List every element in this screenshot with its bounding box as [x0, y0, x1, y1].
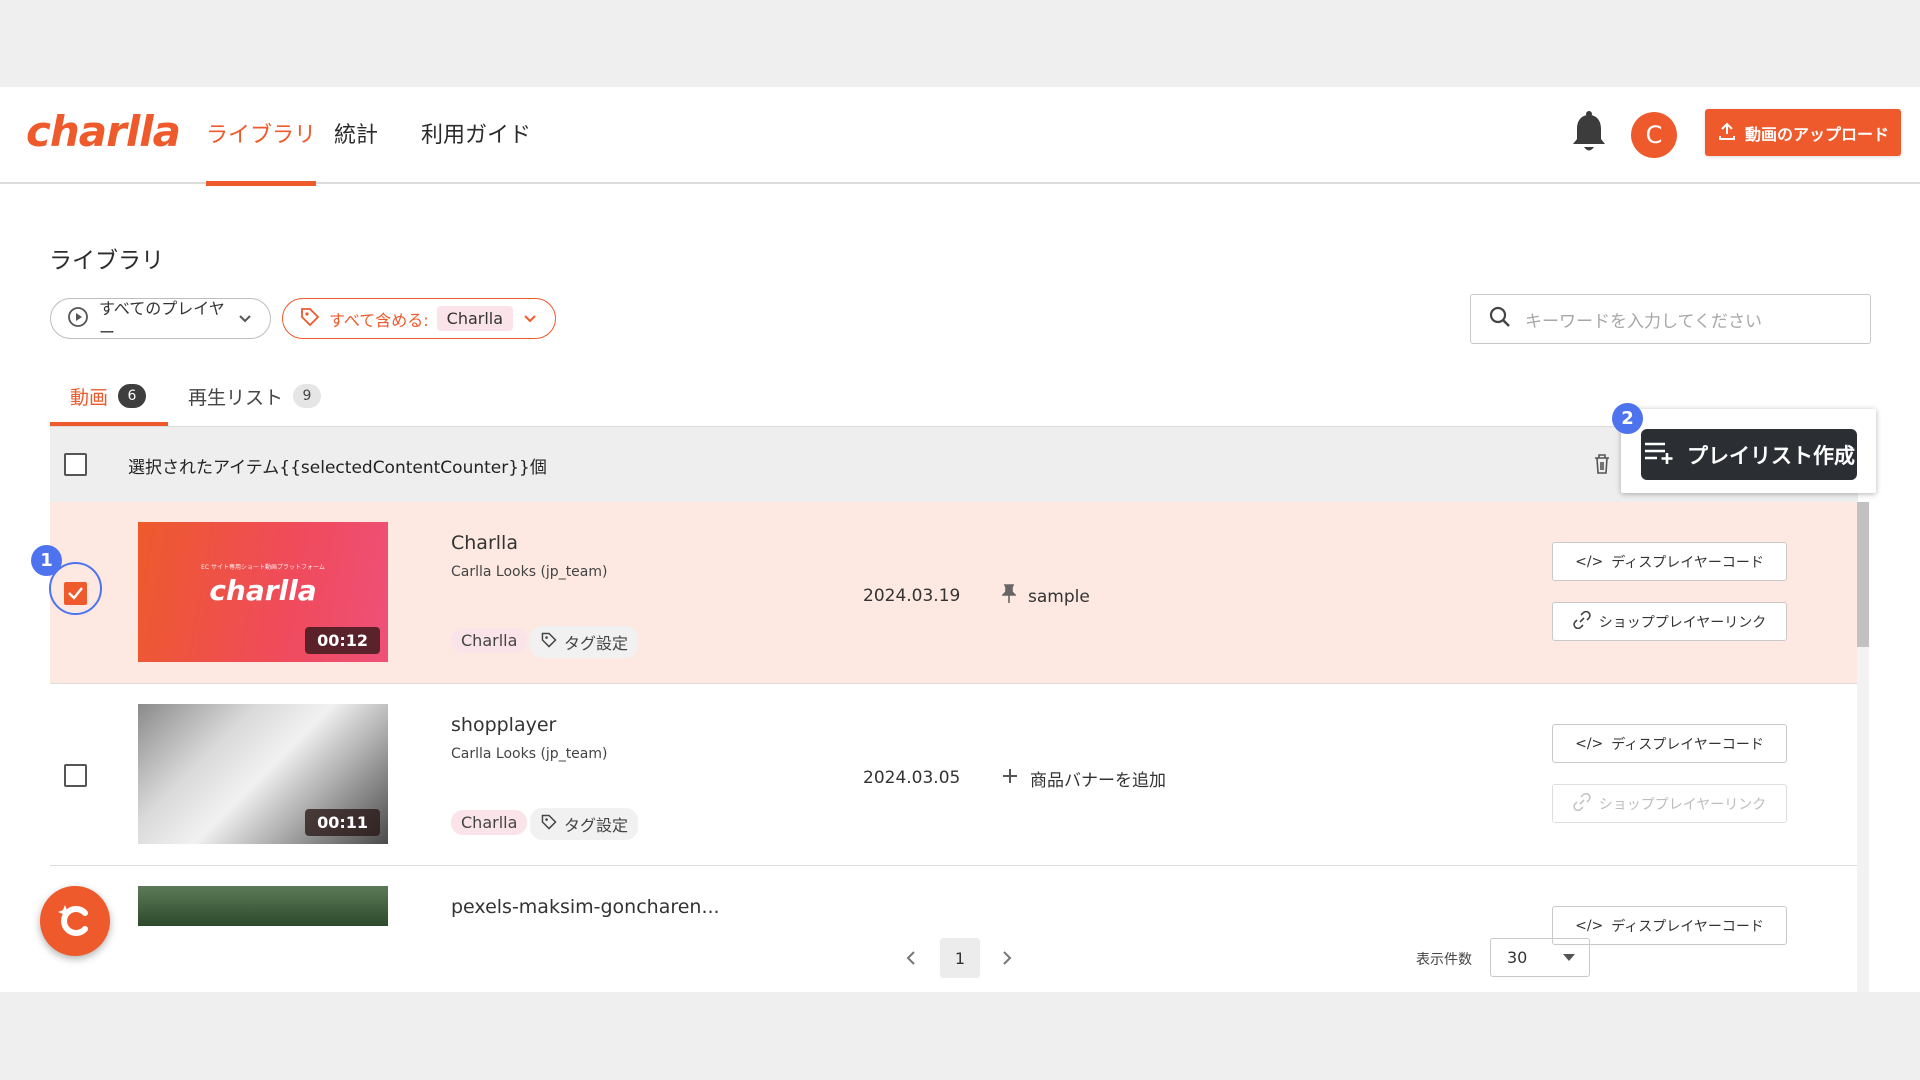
page-title: ライブラリ: [49, 248, 164, 274]
video-thumbnail[interactable]: EC サイト専用ショート動画プラットフォーム charlla 00:12: [138, 522, 388, 662]
display-player-code-button[interactable]: </> ディスプレイヤーコード: [1552, 542, 1787, 581]
tab-videos[interactable]: 動画 6: [50, 383, 168, 426]
shop-player-link-label: ショッププレイヤーリンク: [1598, 796, 1767, 813]
video-date: 2024.03.19: [863, 586, 961, 606]
display-player-code-label: ディスプレイヤーコード: [1611, 918, 1764, 935]
nav-statistics[interactable]: 統計: [334, 117, 378, 184]
video-thumbnail[interactable]: [138, 886, 388, 926]
search-icon: [1489, 306, 1511, 333]
app-window: charlla ライブラリ 統計 利用ガイド C 動画のアップロード ライブラリ…: [0, 87, 1920, 992]
search-input[interactable]: キーワードを入力してください: [1470, 294, 1871, 344]
trash-icon[interactable]: [1592, 453, 1612, 479]
step-highlight-ring: [49, 562, 102, 615]
create-playlist-label: プレイリスト作成: [1687, 443, 1855, 468]
shop-player-link-button[interactable]: ショッププレイヤーリンク: [1552, 784, 1787, 823]
thumbnail-logo: charlla: [209, 574, 317, 607]
video-title[interactable]: shopplayer: [451, 714, 556, 736]
tag-setting-button[interactable]: タグ設定: [530, 626, 639, 658]
player-filter-label: すべてのプレイヤー: [99, 298, 225, 342]
video-owner: Carlla Looks (jp_team): [451, 564, 608, 580]
chevron-down-icon: [238, 309, 252, 328]
selection-count-text: 選択されたアイテム{{selectedContentCounter}}個: [128, 458, 547, 478]
tag-icon: [540, 813, 558, 835]
display-player-code-label: ディスプレイヤーコード: [1611, 736, 1764, 753]
tag-filter-prefix: すべて含める:: [329, 310, 429, 330]
tag-setting-label: タグ設定: [564, 816, 629, 835]
tag-icon: [540, 631, 558, 653]
row-checkbox[interactable]: [64, 764, 87, 787]
display-player-code-button[interactable]: </> ディスプレイヤーコード: [1552, 724, 1787, 763]
video-list: EC サイト専用ショート動画プラットフォーム charlla 00:12 Cha…: [50, 502, 1858, 992]
per-page-label: 表示件数: [1416, 952, 1472, 968]
tab-videos-label: 動画: [70, 387, 109, 409]
duration-badge: 00:11: [305, 809, 380, 836]
display-player-code-label: ディスプレイヤーコード: [1611, 554, 1764, 571]
selection-toolbar: 選択されたアイテム{{selectedContentCounter}}個: [50, 426, 1858, 502]
video-date: 2024.03.05: [863, 768, 961, 788]
pinned-banner-label: sample: [1028, 586, 1090, 607]
duration-badge: 00:12: [305, 627, 380, 654]
play-circle-icon: [67, 306, 89, 332]
video-title[interactable]: pexels-maksim-goncharen...: [451, 896, 720, 918]
page-number[interactable]: 1: [940, 938, 980, 978]
chevron-down-icon: [523, 309, 537, 328]
top-header: charlla ライブラリ 統計 利用ガイド C 動画のアップロード: [0, 87, 1920, 186]
player-filter[interactable]: すべてのプレイヤー: [50, 298, 271, 342]
shop-player-link-button[interactable]: ショッププレイヤーリンク: [1552, 602, 1787, 641]
code-icon: </>: [1575, 735, 1604, 752]
charlla-assistant-icon[interactable]: [40, 886, 110, 956]
user-avatar[interactable]: C: [1631, 112, 1677, 158]
upload-icon: [1717, 121, 1737, 145]
tab-videos-count: 6: [118, 384, 147, 408]
code-icon: </>: [1575, 917, 1604, 934]
thumbnail-caption: EC サイト専用ショート動画プラットフォーム: [201, 564, 325, 571]
video-thumbnail[interactable]: 00:11: [138, 704, 388, 844]
dropdown-arrow-icon: [1563, 954, 1575, 961]
tag-chip: Charlla: [451, 810, 528, 835]
next-page-icon[interactable]: [1001, 938, 1013, 982]
prev-page-icon[interactable]: [905, 938, 917, 982]
tab-playlists-label: 再生リスト: [188, 387, 284, 409]
search-placeholder: キーワードを入力してください: [1525, 311, 1762, 332]
playlist-add-icon: [1643, 439, 1675, 470]
add-product-banner-label: 商品バナーを追加: [1030, 771, 1166, 791]
tag-chip: Charlla: [451, 628, 528, 653]
upload-label: 動画のアップロード: [1744, 124, 1889, 144]
table-row[interactable]: EC サイト専用ショート動画プラットフォーム charlla 00:12 Cha…: [50, 502, 1858, 684]
plus-icon: [1002, 768, 1018, 789]
tab-playlists-count: 9: [293, 384, 322, 408]
scrollbar-thumb[interactable]: [1857, 502, 1869, 647]
charlla-logo[interactable]: charlla: [26, 107, 181, 156]
table-row[interactable]: 00:11 shopplayer Carlla Looks (jp_team) …: [50, 684, 1858, 866]
per-page-select[interactable]: 30: [1490, 938, 1590, 977]
bell-icon[interactable]: [1570, 111, 1608, 155]
tag-setting-button[interactable]: タグ設定: [530, 808, 639, 840]
shop-player-link-label: ショッププレイヤーリンク: [1598, 614, 1767, 631]
add-product-banner-button[interactable]: 商品バナーを追加: [1002, 766, 1166, 791]
tag-icon: [299, 306, 321, 332]
playlist-popover: プレイリスト作成: [1621, 409, 1876, 493]
pinned-banner[interactable]: sample: [1001, 584, 1090, 609]
select-all-checkbox[interactable]: [64, 453, 87, 476]
create-playlist-button[interactable]: プレイリスト作成: [1641, 429, 1857, 480]
tag-setting-label: タグ設定: [564, 634, 629, 653]
link-icon: [1573, 610, 1591, 633]
upload-video-button[interactable]: 動画のアップロード: [1705, 109, 1901, 156]
tag-filter[interactable]: すべて含める: Charlla: [282, 298, 556, 339]
pin-icon: [1001, 584, 1017, 609]
nav-user-guide[interactable]: 利用ガイド: [421, 117, 531, 184]
per-page-value: 30: [1507, 948, 1528, 967]
video-title[interactable]: Charlla: [451, 532, 518, 554]
step-marker-2: 2: [1612, 403, 1643, 434]
nav-library[interactable]: ライブラリ: [206, 117, 317, 186]
tab-playlists[interactable]: 再生リスト 9: [188, 383, 322, 426]
link-icon: [1573, 792, 1591, 815]
tag-filter-value: Charlla: [436, 306, 514, 331]
video-owner: Carlla Looks (jp_team): [451, 746, 608, 762]
list-scrollbar[interactable]: [1857, 502, 1869, 992]
code-icon: </>: [1575, 553, 1604, 570]
